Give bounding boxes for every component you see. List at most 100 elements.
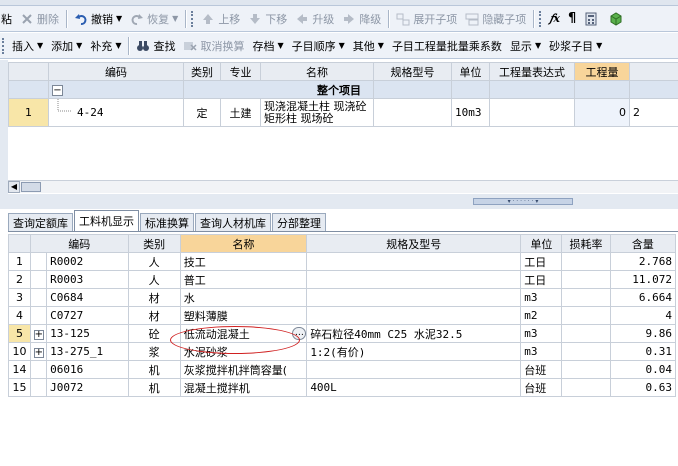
archive-menu[interactable]: 存档 ▼	[249, 36, 286, 56]
other-menu[interactable]: 其他 ▼	[350, 36, 387, 56]
resource-loss-rate[interactable]	[561, 288, 611, 307]
insert-menu[interactable]: 插入 ▼	[9, 36, 46, 56]
resource-code[interactable]: R0003	[46, 270, 129, 289]
resource-loss-rate[interactable]	[561, 306, 611, 325]
table-row[interactable]: 2 R0003 人普工 工日 11.072	[8, 270, 677, 289]
table-row[interactable]: 15 J0072 机混凝土搅拌机 400L 台班 0.63	[8, 378, 677, 397]
panel-splitter[interactable]: ▾ · · · · · · ▾	[0, 194, 678, 209]
toolbar-grip[interactable]	[539, 10, 542, 27]
expand-icon[interactable]: +	[33, 348, 44, 358]
table-row[interactable]: 3 C0684 材水 m3 6.664	[8, 288, 677, 307]
collapse-toggle[interactable]: −	[52, 85, 63, 96]
splitter-handle[interactable]: ▾ · · · · · · ▾	[473, 198, 573, 205]
resource-content[interactable]: 4	[609, 306, 677, 325]
resource-unit[interactable]: m3	[520, 324, 563, 343]
column-header-quantity[interactable]: 工程量	[574, 62, 630, 81]
row-number[interactable]: 2	[8, 270, 32, 289]
resource-name[interactable]: 技工	[179, 252, 308, 271]
column-header-unit[interactable]: 单位	[520, 234, 563, 253]
column-header-loss-rate[interactable]: 损耗率	[561, 234, 611, 253]
find-button[interactable]: 查找	[133, 36, 178, 56]
resource-type[interactable]: 材	[127, 306, 181, 325]
resource-spec[interactable]: 1:2(有价)	[306, 342, 522, 361]
resource-unit[interactable]: m2	[520, 306, 563, 325]
column-header-type[interactable]: 类别	[183, 62, 221, 81]
resource-content[interactable]: 0.04	[609, 360, 677, 379]
tab-query-quota-library[interactable]: 查询定额库	[8, 213, 73, 231]
table-row[interactable]: 4 C0727 材塑料薄膜 m2 4	[8, 306, 677, 325]
resource-type[interactable]: 人	[127, 270, 181, 289]
expand-toggle[interactable]	[30, 252, 48, 271]
expand-toggle[interactable]: +	[30, 342, 48, 361]
column-header-name[interactable]: 名称	[179, 234, 308, 253]
delete-button[interactable]: 删除	[17, 9, 62, 29]
resource-type[interactable]: 材	[127, 288, 181, 307]
undo-button[interactable]: 撤销 ▼	[71, 9, 125, 29]
scrollbar-thumb[interactable]	[21, 182, 41, 192]
resource-code[interactable]: C0684	[46, 288, 129, 307]
expand-children-button[interactable]: 展开子项	[393, 9, 460, 29]
column-header-content[interactable]: 含量	[609, 234, 677, 253]
formula-button[interactable]: 𝑓x	[546, 9, 563, 29]
column-header-unit[interactable]: 单位	[451, 62, 490, 81]
row-number[interactable]: 1	[8, 98, 49, 127]
column-header-name[interactable]: 名称	[260, 62, 374, 81]
quota-unit[interactable]: 10m3	[451, 98, 490, 127]
resource-spec[interactable]: 400L	[306, 378, 522, 397]
table-row[interactable]: 5 +13-125 砼低流动混凝土… 碎石粒径40mm C25 水泥32.5 m3 9.8…	[8, 324, 677, 343]
column-header-type[interactable]: 类别	[127, 234, 181, 253]
resource-loss-rate[interactable]	[561, 360, 611, 379]
resource-name[interactable]: 普工	[179, 270, 308, 289]
resource-name[interactable]: 塑料薄膜	[179, 306, 308, 325]
quota-quantity[interactable]: 0	[574, 98, 630, 127]
redo-button[interactable]: 恢复 ▼	[127, 9, 181, 29]
column-header-major[interactable]: 专业	[220, 62, 261, 81]
row-number[interactable]: 15	[8, 378, 32, 397]
paste-button[interactable]: 粘	[1, 9, 15, 29]
resource-loss-rate[interactable]	[561, 324, 611, 343]
add-menu[interactable]: 添加 ▼	[48, 36, 85, 56]
quota-type[interactable]: 定	[183, 98, 221, 127]
row-number[interactable]: 14	[8, 360, 32, 379]
column-header-spec[interactable]: 规格型号	[373, 62, 452, 81]
row-number[interactable]: 5	[8, 324, 32, 343]
expand-toggle[interactable]	[30, 360, 48, 379]
mortar-items-menu[interactable]: 砂浆子目 ▼	[546, 36, 605, 56]
resource-spec[interactable]	[306, 360, 522, 379]
resource-unit[interactable]: 台班	[520, 360, 563, 379]
resource-spec[interactable]	[306, 270, 522, 289]
table-row[interactable]: 10 +13-275_1 浆水泥砂浆 1:2(有价) m3 0.31	[8, 342, 677, 361]
expand-toggle[interactable]	[30, 378, 48, 397]
resource-spec[interactable]	[306, 252, 522, 271]
resource-content[interactable]: 6.664	[609, 288, 677, 307]
scroll-left-arrow[interactable]: ◀	[8, 181, 20, 193]
resource-type[interactable]: 人	[127, 252, 181, 271]
resource-content[interactable]: 0.63	[609, 378, 677, 397]
cube-button[interactable]	[606, 9, 629, 29]
move-down-button[interactable]: 下移	[245, 9, 290, 29]
resource-unit[interactable]: m3	[520, 342, 563, 361]
resource-code[interactable]: 06016	[46, 360, 129, 379]
tab-labor-material-machine[interactable]: 工料机显示	[74, 210, 139, 231]
expand-toggle[interactable]: +	[30, 324, 48, 343]
resource-code[interactable]: 13-125	[46, 324, 129, 343]
quota-name[interactable]: 现浇混凝土柱 现浇砼 矩形柱 现场砼	[260, 98, 374, 127]
resource-name[interactable]: 灰浆搅拌机拌筒容量(	[179, 360, 308, 379]
tab-section-arrangement[interactable]: 分部整理	[272, 213, 326, 231]
table-row[interactable]: 1 R0002 人技工 工日 2.768	[8, 252, 677, 271]
resource-type[interactable]: 机	[127, 378, 181, 397]
chevron-down-icon[interactable]: ▼	[116, 14, 122, 23]
column-header-spec[interactable]: 规格及型号	[306, 234, 522, 253]
resource-name[interactable]: 水	[179, 288, 308, 307]
demote-button[interactable]: 降级	[339, 9, 384, 29]
row-number[interactable]: 4	[8, 306, 32, 325]
supplement-menu[interactable]: 补充 ▼	[87, 36, 124, 56]
column-header-code[interactable]: 编码	[48, 62, 184, 81]
quota-spec[interactable]	[373, 98, 452, 127]
resource-loss-rate[interactable]	[561, 252, 611, 271]
quota-code[interactable]: 4-24	[77, 106, 104, 119]
cancel-convert-button[interactable]: 取消换算	[180, 36, 247, 56]
toolbar-grip[interactable]	[2, 37, 5, 54]
resource-unit[interactable]: 台班	[520, 378, 563, 397]
tab-query-resource-library[interactable]: 查询人材机库	[195, 213, 271, 231]
